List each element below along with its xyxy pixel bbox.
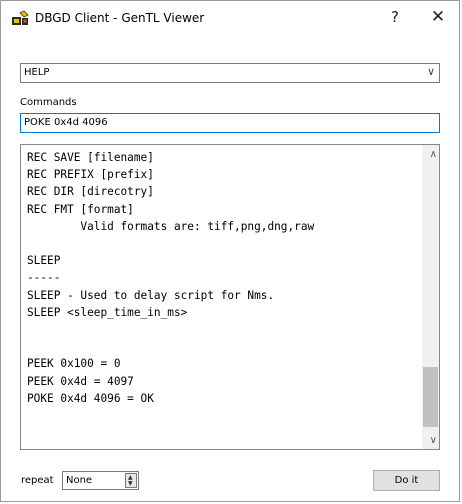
spin-buttons[interactable]: ▲ ▼ — [125, 473, 137, 488]
close-button[interactable]: ✕ — [427, 7, 449, 27]
repeat-value: None — [66, 475, 93, 486]
commands-input[interactable]: POKE 0x4d 4096 — [20, 113, 440, 133]
output-line: ----- — [27, 271, 61, 285]
scroll-down-icon[interactable]: ∨ — [430, 435, 437, 446]
app-window: DBGD Client - GenTL Viewer ? ✕ HELP ∨ Co… — [0, 0, 460, 502]
client-area: HELP ∨ Commands POKE 0x4d 4096 REC SAVE … — [1, 37, 459, 501]
output-line: SLEEP - Used to delay script for Nms. — [27, 288, 275, 302]
title-bar: DBGD Client - GenTL Viewer ? ✕ — [1, 1, 459, 37]
output-line: SLEEP <sleep_time_in_ms> — [27, 305, 188, 319]
output-line: POKE 0x4d 4096 = OK — [27, 391, 154, 405]
window-title: DBGD Client - GenTL Viewer — [35, 11, 205, 25]
output-text: REC SAVE [filename] REC PREFIX [prefix] … — [21, 145, 439, 411]
repeat-label: repeat — [21, 475, 54, 486]
repeat-spinbox[interactable]: None ▲ ▼ — [62, 471, 139, 490]
command-dropdown-value: HELP — [24, 67, 50, 78]
output-line: REC PREFIX [prefix] — [27, 168, 154, 182]
chevron-down-icon[interactable]: ∨ — [427, 65, 435, 78]
help-button[interactable]: ? — [385, 8, 405, 26]
do-it-button[interactable]: Do it — [373, 470, 440, 491]
output-line: REC FMT [format] — [27, 202, 134, 216]
spin-down-icon[interactable]: ▼ — [128, 480, 133, 487]
command-dropdown[interactable]: HELP ∨ — [20, 63, 440, 83]
output-line: REC SAVE [filename] — [27, 151, 154, 164]
scroll-up-icon[interactable]: ∧ — [430, 149, 437, 160]
output-line: SLEEP — [27, 254, 61, 268]
output-line: Valid formats are: tiff,png,dng,raw — [27, 219, 315, 233]
scrollbar-thumb[interactable] — [423, 367, 438, 427]
output-line: REC DIR [direcotry] — [27, 185, 154, 199]
app-logo-icon — [12, 10, 29, 25]
commands-label: Commands — [20, 97, 77, 108]
output-console[interactable]: REC SAVE [filename] REC PREFIX [prefix] … — [20, 144, 440, 450]
vertical-scrollbar[interactable]: ∧ ∨ — [422, 145, 439, 449]
output-line: PEEK 0x100 = 0 — [27, 357, 121, 371]
output-line: PEEK 0x4d = 4097 — [27, 374, 134, 388]
